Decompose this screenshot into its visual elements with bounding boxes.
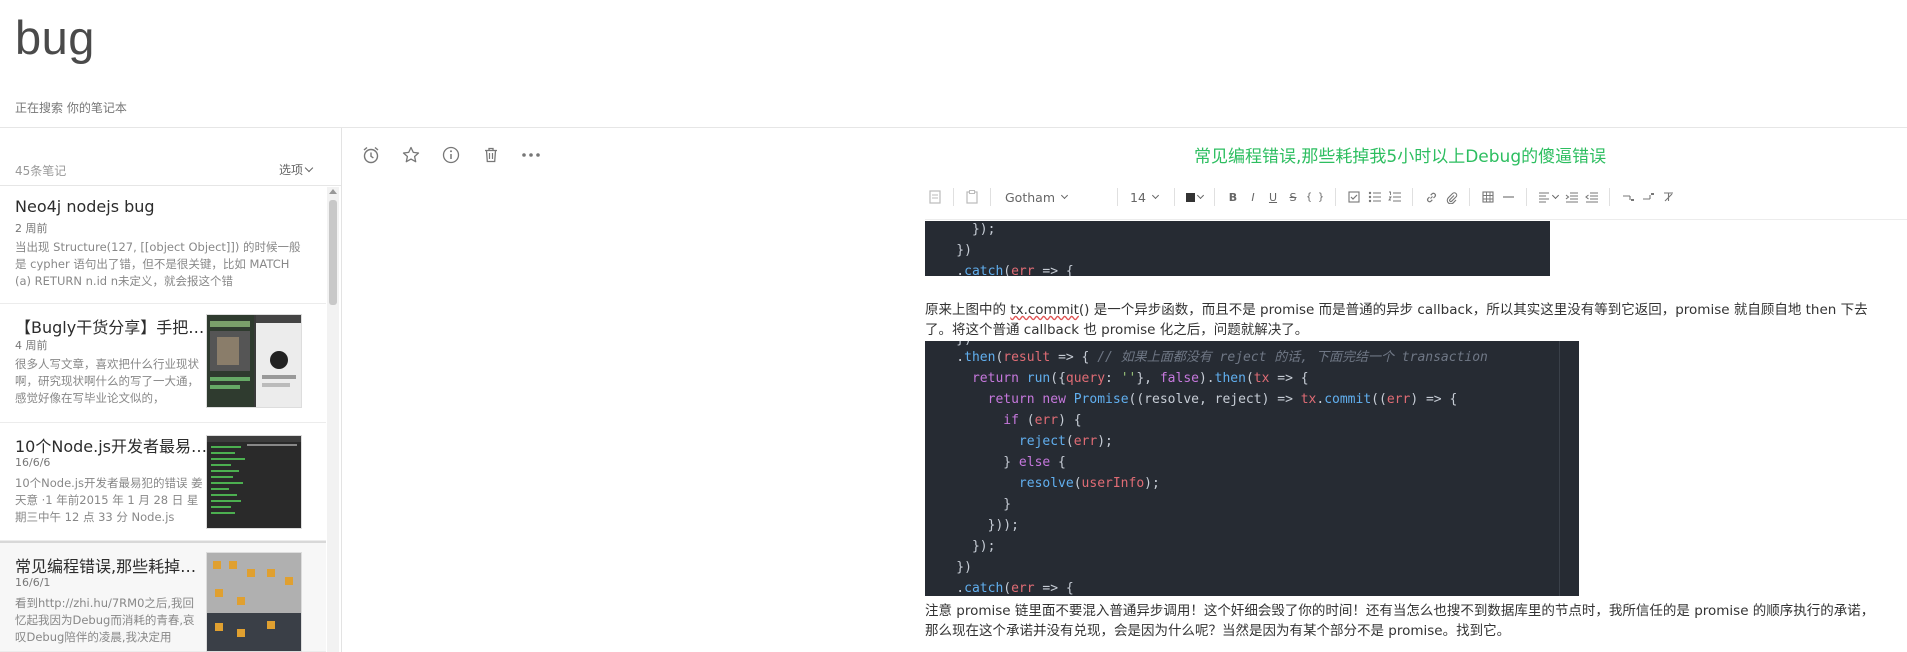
chevron-down-icon	[304, 163, 314, 173]
reminder-icon[interactable]	[360, 144, 382, 166]
search-scope-label: 正在搜索 你的笔记本	[15, 101, 127, 115]
note-list-item[interactable]: 10个Node.js开发者最易犯的... 16/6/6 10个Node.js开发…	[0, 423, 326, 541]
note-item-snippet: 当出现 Structure(127, [[object Object]]) 的时…	[15, 240, 301, 288]
scrollbar-thumb[interactable]	[329, 200, 337, 305]
note-item-title: 常见编程错误,那些耗掉我5小时...	[15, 557, 209, 576]
numbered-list-icon[interactable]	[1384, 186, 1404, 208]
chevron-down-icon	[1196, 191, 1205, 200]
link-icon[interactable]	[1421, 186, 1441, 208]
note-item-date: 2 周前	[15, 222, 48, 235]
toolbar-divider	[1412, 188, 1414, 206]
clipboard-icon[interactable]	[962, 186, 982, 208]
code-line: } else {	[925, 455, 1066, 470]
toolbar-divider	[1609, 188, 1611, 206]
note-link-icon[interactable]	[925, 186, 945, 208]
info-icon[interactable]	[440, 144, 462, 166]
toolbar-divider	[1214, 188, 1215, 206]
note-paragraph[interactable]: 注意 promise 链里面不要混入普通异步调用！这个奸细会毁了你的时间！还有当…	[925, 601, 1880, 641]
note-title[interactable]: 常见编程错误,那些耗掉我5小时以上Debug的傻逼错误	[1194, 142, 1606, 167]
bold-icon[interactable]: B	[1223, 186, 1243, 208]
paragraph-text: 原来上图中的	[925, 302, 1011, 318]
font-family-select[interactable]: Gotham	[999, 186, 1109, 208]
code-line: .catch(err => {	[925, 264, 1074, 276]
toolbar-divider	[1174, 188, 1175, 206]
horizontal-rule-icon[interactable]	[1498, 186, 1518, 208]
chevron-down-icon	[1151, 191, 1159, 200]
font-size-select[interactable]: 14	[1126, 186, 1166, 208]
note-list-item[interactable]: Neo4j nodejs bug 2 周前 当出现 Structure(127,…	[0, 187, 326, 304]
code-line: resolve(userInfo);	[1018, 476, 1160, 491]
align-icon[interactable]	[1535, 186, 1561, 208]
note-item-snippet: 看到http://zhi.hu/7RM0之后,我回忆起我因为Debug而消耗的青…	[15, 596, 195, 644]
note-item-date: 16/6/1	[15, 576, 51, 589]
chevron-down-icon	[1552, 191, 1560, 200]
options-dropdown[interactable]: 选项	[279, 161, 314, 178]
toolbar-divider	[1117, 188, 1118, 206]
note-item-title: 【Bugly干货分享】手把手教你...	[15, 318, 207, 337]
code-line: reject(err);	[1018, 434, 1113, 449]
toolbar-divider	[953, 188, 954, 206]
search-query-title: bug	[15, 11, 95, 64]
note-item-title: 10个Node.js开发者最易犯的...	[15, 437, 207, 456]
code-line: return new Promise((resolve, reject) => …	[987, 392, 1458, 407]
code-line: });	[925, 539, 996, 554]
note-item-date: 4 周前	[15, 339, 48, 352]
font-family-value: Gotham	[1005, 189, 1055, 205]
note-count: 45条笔记	[15, 164, 67, 178]
checkbox-icon[interactable]	[1344, 186, 1364, 208]
attachment-icon[interactable]	[1441, 186, 1461, 208]
outdent-icon[interactable]	[1581, 186, 1601, 208]
underline-icon[interactable]: U	[1263, 186, 1283, 208]
code-line: return run({query: ''}, false).then(tx =…	[971, 371, 1309, 386]
note-list-item-selected[interactable]: 常见编程错误,那些耗掉我5小时... 16/6/1 看到http://zhi.h…	[0, 541, 326, 652]
code-line: })	[925, 560, 972, 575]
note-thumbnail-image	[206, 314, 302, 408]
formatting-toolbar: Gotham 14 B I U S { }	[925, 184, 1678, 210]
note-list-panel: 45条笔记 选项 Neo4j nodejs bug 2 周前 当出现 Struc…	[0, 128, 342, 652]
note-paragraph[interactable]: 原来上图中的 tx.commit() 是一个异步函数，而且不是 promise …	[925, 300, 1875, 340]
code-line: if (err) {	[1003, 413, 1082, 428]
star-icon[interactable]	[400, 144, 422, 166]
scroll-up-arrow-icon[interactable]	[329, 189, 337, 194]
note-list-header: 45条笔记 选项	[0, 128, 341, 186]
toolbar-divider	[1469, 188, 1471, 206]
note-item-date: 16/6/6	[15, 456, 51, 469]
code-line: }));	[925, 518, 1019, 533]
more-icon[interactable]	[520, 144, 542, 166]
code-line: }	[925, 497, 1012, 512]
code-screenshot-image: }) .then(result => { // 如果上面都没有 reject 的…	[925, 341, 1579, 596]
note-list-item[interactable]: 【Bugly干货分享】手把手教你... 4 周前 很多人写文章，喜欢把什么行业现…	[0, 304, 326, 423]
note-item-title: Neo4j nodejs bug	[15, 197, 155, 216]
bullet-list-icon[interactable]	[1364, 186, 1384, 208]
strikethrough-icon[interactable]: S	[1283, 186, 1303, 208]
code-line: .then(result => { // 如果上面都没有 reject 的话, …	[925, 350, 1488, 365]
font-size-value: 14	[1130, 189, 1146, 205]
note-thumbnail-image	[206, 435, 302, 529]
note-thumbnail-image	[206, 552, 302, 652]
toolbar-divider	[990, 188, 991, 206]
note-item-snippet: 10个Node.js开发者最易犯的错误 姜天意 ·1 年前2015 年 1 月 …	[15, 476, 203, 524]
code-icon[interactable]: { }	[1303, 186, 1327, 208]
note-item-snippet: 很多人写文章，喜欢把什么行业现状啊，研究现状啊什么的写了一大通，感觉好像在写毕业…	[15, 357, 199, 405]
subscript-icon[interactable]	[1618, 186, 1638, 208]
indent-icon[interactable]	[1561, 186, 1581, 208]
code-line: .catch(err => {	[925, 581, 1074, 596]
misspelled-word: tx.commit	[1010, 302, 1079, 318]
superscript-icon[interactable]	[1638, 186, 1658, 208]
chevron-down-icon	[1060, 191, 1069, 200]
toolbar-divider	[1526, 188, 1528, 206]
trash-icon[interactable]	[480, 144, 502, 166]
toolbar-divider-line	[925, 219, 1907, 220]
code-screenshot-image: }); }) .catch(err => {	[925, 221, 1550, 276]
code-line: })	[925, 243, 972, 258]
code-line: });	[925, 222, 996, 237]
code-guide-line	[1559, 341, 1560, 596]
table-icon[interactable]	[1478, 186, 1498, 208]
clear-format-icon[interactable]	[1658, 186, 1678, 208]
toolbar-divider	[1335, 188, 1337, 206]
note-actions-toolbar	[360, 144, 542, 166]
options-label: 选项	[279, 163, 304, 177]
italic-icon[interactable]: I	[1243, 186, 1263, 208]
text-color-button[interactable]	[1183, 186, 1206, 208]
